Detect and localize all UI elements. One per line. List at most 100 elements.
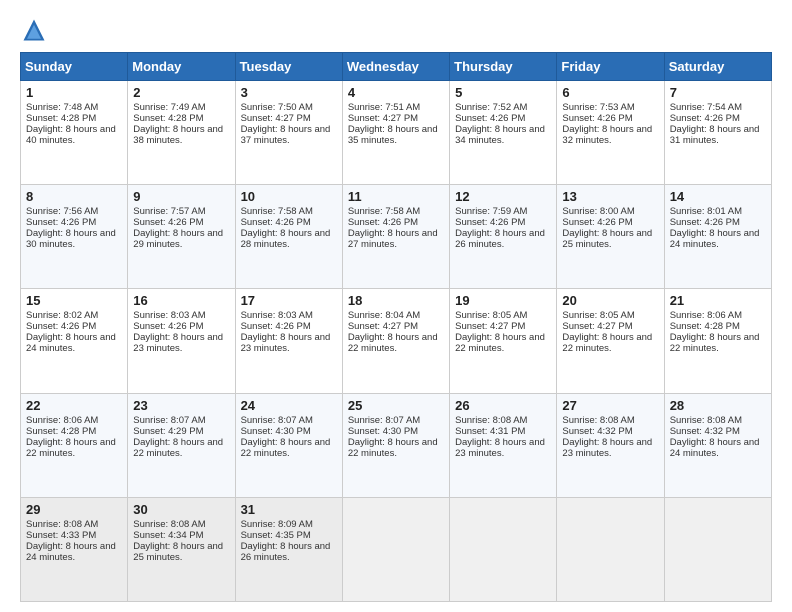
logo <box>20 16 52 44</box>
sunset-label: Sunset: 4:26 PM <box>241 321 311 332</box>
sunrise-label: Sunrise: 8:06 AM <box>670 310 742 321</box>
sunrise-label: Sunrise: 8:07 AM <box>133 415 205 426</box>
general-blue-logo-icon <box>20 16 48 44</box>
calendar-cell: 6 Sunrise: 7:53 AM Sunset: 4:26 PM Dayli… <box>557 81 664 185</box>
day-number: 5 <box>455 85 551 100</box>
calendar-cell: 4 Sunrise: 7:51 AM Sunset: 4:27 PM Dayli… <box>342 81 449 185</box>
calendar-cell: 24 Sunrise: 8:07 AM Sunset: 4:30 PM Dayl… <box>235 393 342 497</box>
calendar-cell: 30 Sunrise: 8:08 AM Sunset: 4:34 PM Dayl… <box>128 497 235 601</box>
daylight-label: Daylight: 8 hours and 22 minutes. <box>670 332 760 354</box>
sunrise-label: Sunrise: 8:07 AM <box>241 415 313 426</box>
day-number: 13 <box>562 189 658 204</box>
sunrise-label: Sunrise: 7:58 AM <box>241 206 313 217</box>
sunrise-label: Sunrise: 7:53 AM <box>562 102 634 113</box>
sunrise-label: Sunrise: 8:00 AM <box>562 206 634 217</box>
sunrise-label: Sunrise: 7:59 AM <box>455 206 527 217</box>
daylight-label: Daylight: 8 hours and 29 minutes. <box>133 228 223 250</box>
sunset-label: Sunset: 4:27 PM <box>241 113 311 124</box>
sunset-label: Sunset: 4:33 PM <box>26 530 96 541</box>
day-number: 20 <box>562 293 658 308</box>
sunset-label: Sunset: 4:28 PM <box>133 113 203 124</box>
daylight-label: Daylight: 8 hours and 31 minutes. <box>670 124 760 146</box>
daylight-label: Daylight: 8 hours and 22 minutes. <box>133 437 223 459</box>
daylight-label: Daylight: 8 hours and 24 minutes. <box>670 228 760 250</box>
sunset-label: Sunset: 4:26 PM <box>562 113 632 124</box>
daylight-label: Daylight: 8 hours and 24 minutes. <box>26 541 116 563</box>
day-number: 18 <box>348 293 444 308</box>
sunrise-label: Sunrise: 8:08 AM <box>133 519 205 530</box>
calendar-cell: 13 Sunrise: 8:00 AM Sunset: 4:26 PM Dayl… <box>557 185 664 289</box>
day-number: 1 <box>26 85 122 100</box>
calendar-cell: 1 Sunrise: 7:48 AM Sunset: 4:28 PM Dayli… <box>21 81 128 185</box>
day-number: 16 <box>133 293 229 308</box>
sunrise-label: Sunrise: 7:49 AM <box>133 102 205 113</box>
sunset-label: Sunset: 4:26 PM <box>670 217 740 228</box>
day-number: 30 <box>133 502 229 517</box>
day-number: 11 <box>348 189 444 204</box>
sunset-label: Sunset: 4:26 PM <box>26 217 96 228</box>
calendar-cell: 17 Sunrise: 8:03 AM Sunset: 4:26 PM Dayl… <box>235 289 342 393</box>
sunset-label: Sunset: 4:32 PM <box>670 426 740 437</box>
sunrise-label: Sunrise: 8:09 AM <box>241 519 313 530</box>
daylight-label: Daylight: 8 hours and 34 minutes. <box>455 124 545 146</box>
sunset-label: Sunset: 4:27 PM <box>562 321 632 332</box>
day-number: 27 <box>562 398 658 413</box>
day-number: 8 <box>26 189 122 204</box>
daylight-label: Daylight: 8 hours and 35 minutes. <box>348 124 438 146</box>
day-number: 10 <box>241 189 337 204</box>
day-number: 15 <box>26 293 122 308</box>
day-number: 31 <box>241 502 337 517</box>
day-number: 3 <box>241 85 337 100</box>
sunset-label: Sunset: 4:32 PM <box>562 426 632 437</box>
daylight-label: Daylight: 8 hours and 38 minutes. <box>133 124 223 146</box>
sunrise-label: Sunrise: 8:03 AM <box>241 310 313 321</box>
calendar-cell: 5 Sunrise: 7:52 AM Sunset: 4:26 PM Dayli… <box>450 81 557 185</box>
daylight-label: Daylight: 8 hours and 26 minutes. <box>241 541 331 563</box>
daylight-label: Daylight: 8 hours and 25 minutes. <box>133 541 223 563</box>
calendar-cell: 11 Sunrise: 7:58 AM Sunset: 4:26 PM Dayl… <box>342 185 449 289</box>
calendar-dow-thursday: Thursday <box>450 53 557 81</box>
calendar-cell: 19 Sunrise: 8:05 AM Sunset: 4:27 PM Dayl… <box>450 289 557 393</box>
calendar-week-1: 1 Sunrise: 7:48 AM Sunset: 4:28 PM Dayli… <box>21 81 772 185</box>
calendar-dow-monday: Monday <box>128 53 235 81</box>
calendar-week-4: 22 Sunrise: 8:06 AM Sunset: 4:28 PM Dayl… <box>21 393 772 497</box>
calendar-cell: 31 Sunrise: 8:09 AM Sunset: 4:35 PM Dayl… <box>235 497 342 601</box>
sunset-label: Sunset: 4:34 PM <box>133 530 203 541</box>
calendar-cell: 23 Sunrise: 8:07 AM Sunset: 4:29 PM Dayl… <box>128 393 235 497</box>
header <box>20 16 772 44</box>
day-number: 23 <box>133 398 229 413</box>
daylight-label: Daylight: 8 hours and 24 minutes. <box>670 437 760 459</box>
sunrise-label: Sunrise: 7:57 AM <box>133 206 205 217</box>
sunset-label: Sunset: 4:28 PM <box>670 321 740 332</box>
daylight-label: Daylight: 8 hours and 24 minutes. <box>26 332 116 354</box>
daylight-label: Daylight: 8 hours and 23 minutes. <box>241 332 331 354</box>
sunrise-label: Sunrise: 8:05 AM <box>455 310 527 321</box>
sunrise-label: Sunrise: 7:52 AM <box>455 102 527 113</box>
calendar-cell <box>450 497 557 601</box>
sunset-label: Sunset: 4:26 PM <box>562 217 632 228</box>
calendar-cell: 3 Sunrise: 7:50 AM Sunset: 4:27 PM Dayli… <box>235 81 342 185</box>
calendar-cell: 29 Sunrise: 8:08 AM Sunset: 4:33 PM Dayl… <box>21 497 128 601</box>
sunset-label: Sunset: 4:26 PM <box>670 113 740 124</box>
sunrise-label: Sunrise: 8:07 AM <box>348 415 420 426</box>
calendar-dow-tuesday: Tuesday <box>235 53 342 81</box>
calendar-week-3: 15 Sunrise: 8:02 AM Sunset: 4:26 PM Dayl… <box>21 289 772 393</box>
calendar-cell: 9 Sunrise: 7:57 AM Sunset: 4:26 PM Dayli… <box>128 185 235 289</box>
daylight-label: Daylight: 8 hours and 40 minutes. <box>26 124 116 146</box>
sunrise-label: Sunrise: 8:01 AM <box>670 206 742 217</box>
day-number: 19 <box>455 293 551 308</box>
sunrise-label: Sunrise: 8:08 AM <box>455 415 527 426</box>
sunset-label: Sunset: 4:35 PM <box>241 530 311 541</box>
day-number: 29 <box>26 502 122 517</box>
day-number: 26 <box>455 398 551 413</box>
daylight-label: Daylight: 8 hours and 25 minutes. <box>562 228 652 250</box>
sunrise-label: Sunrise: 8:08 AM <box>562 415 634 426</box>
calendar-table: SundayMondayTuesdayWednesdayThursdayFrid… <box>20 52 772 602</box>
daylight-label: Daylight: 8 hours and 22 minutes. <box>562 332 652 354</box>
daylight-label: Daylight: 8 hours and 27 minutes. <box>348 228 438 250</box>
calendar-header-row: SundayMondayTuesdayWednesdayThursdayFrid… <box>21 53 772 81</box>
sunset-label: Sunset: 4:27 PM <box>348 321 418 332</box>
day-number: 28 <box>670 398 766 413</box>
calendar-week-5: 29 Sunrise: 8:08 AM Sunset: 4:33 PM Dayl… <box>21 497 772 601</box>
sunrise-label: Sunrise: 8:04 AM <box>348 310 420 321</box>
